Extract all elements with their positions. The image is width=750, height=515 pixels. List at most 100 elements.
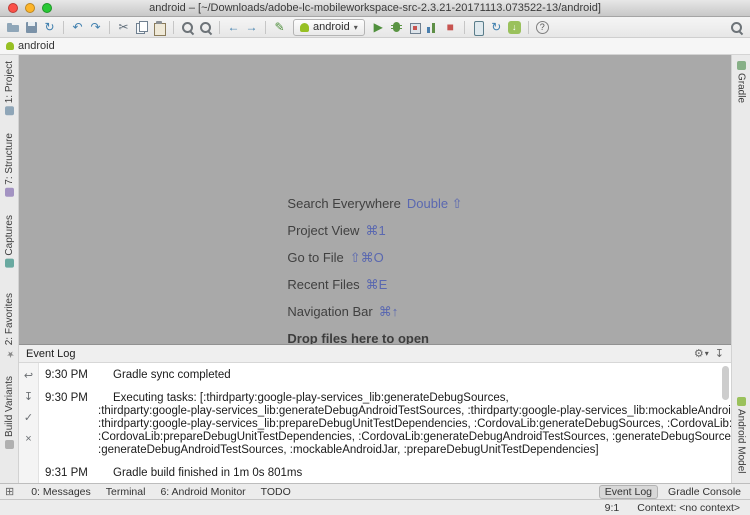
help-icon[interactable]: [535, 20, 549, 34]
settings-gear-icon[interactable]: ⚙ ▾: [694, 347, 709, 360]
main-area: 1: Project 7: Structure Captures ★ 2: Fa…: [0, 55, 750, 483]
forward-icon[interactable]: →: [243, 19, 260, 36]
event-log-content[interactable]: 9:30 PM Gradle sync completed 9:30 PM Exec…: [39, 363, 731, 483]
sidebar-item-label: Gradle: [735, 73, 747, 104]
shortcut-keys: Double ⇧: [406, 196, 463, 211]
center-pane: Search Everywhere Double ⇧ Project View …: [19, 55, 731, 483]
save-all-icon[interactable]: [23, 19, 40, 36]
edit-configurations-icon[interactable]: ✎: [271, 19, 288, 36]
shortcut-label: Project View: [287, 223, 360, 238]
event-log-body: ↩ ↧ ✓ × 9:30 PM Gradle sync completed 9:3…: [19, 363, 731, 483]
captures-icon: [4, 258, 14, 268]
sync-icon[interactable]: ↻: [41, 19, 58, 36]
replace-icon[interactable]: [197, 19, 214, 36]
undo-icon[interactable]: ↶: [69, 19, 86, 36]
event-log-scrollbar[interactable]: [721, 366, 730, 480]
scroll-to-end-icon[interactable]: ↧: [22, 390, 36, 404]
search-everywhere-icon[interactable]: [728, 19, 745, 36]
sidebar-item-android-model[interactable]: Android Model: [735, 396, 747, 473]
mark-all-read-icon[interactable]: ✓: [22, 411, 36, 425]
sidebar-item-label: 2: Favorites: [3, 292, 15, 346]
star-icon: ★: [4, 348, 14, 359]
copy-icon[interactable]: [133, 19, 150, 36]
toolbar-separator: [265, 20, 266, 34]
android-icon: [300, 22, 309, 32]
cut-icon[interactable]: ✂: [115, 19, 132, 36]
window-title: android – [~/Downloads/adobe-lc-mobilewo…: [149, 2, 601, 14]
tool-window-bar-right: Event Log Gradle Console: [598, 484, 741, 499]
shortcut-row: Recent Files ⌘E: [287, 276, 387, 293]
context-indicator[interactable]: Context: <no context>: [637, 502, 740, 514]
breadcrumb[interactable]: android: [18, 40, 55, 52]
sidebar-item-favorites[interactable]: ★ 2: Favorites: [4, 293, 15, 358]
sidebar-item-build-variants[interactable]: Build Variants: [4, 376, 15, 449]
caret-position[interactable]: 9:1: [605, 502, 620, 514]
sidebar-item-label: 1: Project: [3, 61, 15, 104]
gradle-sync-icon[interactable]: ↻: [488, 19, 505, 36]
zoom-window-button[interactable]: [42, 3, 52, 13]
toolbar-separator: [463, 20, 465, 34]
sidebar-item-label: Captures: [3, 214, 15, 256]
close-window-button[interactable]: [8, 3, 18, 13]
clear-log-icon[interactable]: ×: [22, 432, 36, 446]
stop-button[interactable]: ■: [442, 19, 459, 36]
debug-button[interactable]: [388, 19, 405, 36]
sidebar-item-label: Android Model: [735, 408, 747, 473]
avd-manager-icon[interactable]: [470, 19, 487, 36]
sidebar-item-captures[interactable]: Captures: [4, 215, 15, 268]
toolwindow-button-messages[interactable]: 0: Messages: [31, 486, 91, 498]
shortcut-row: Navigation Bar ⌘↑: [287, 303, 398, 320]
project-icon: [4, 106, 14, 116]
log-message: 9:31 PM Gradle build finished in 1m 0s 80…: [45, 467, 717, 480]
log-text: Gradle sync completed: [113, 369, 231, 381]
shortcut-label: Go to File: [287, 250, 344, 265]
toolwindow-button-event-log[interactable]: Event Log: [598, 484, 659, 499]
structure-icon: [4, 187, 14, 197]
ide-window: android – [~/Downloads/adobe-lc-mobilewo…: [0, 0, 750, 515]
log-message: 9:30 PM Executing tasks: [:thirdparty:goo…: [45, 392, 731, 457]
redo-icon[interactable]: ↷: [87, 19, 104, 36]
navigation-bar: android: [0, 38, 750, 55]
sidebar-item-label: Build Variants: [3, 376, 15, 437]
log-timestamp: 9:30 PM: [45, 392, 88, 404]
sdk-manager-icon[interactable]: [507, 20, 521, 34]
paste-icon[interactable]: [151, 19, 168, 36]
sidebar-item-structure[interactable]: 7: Structure: [4, 133, 15, 197]
shortcut-label: Navigation Bar: [287, 304, 373, 319]
gear-icon: ⚙: [693, 348, 704, 360]
tool-window-switcher-icon[interactable]: ⊞: [5, 485, 14, 498]
shortcut-keys: ⇧⌘O: [349, 250, 384, 265]
run-configuration-select[interactable]: android ▾: [293, 18, 365, 36]
sidebar-item-gradle[interactable]: Gradle: [736, 61, 747, 103]
hide-panel-icon[interactable]: ↧: [715, 347, 724, 360]
toolwindow-button-todo[interactable]: TODO: [261, 486, 291, 498]
editor-empty-area[interactable]: Search Everywhere Double ⇧ Project View …: [19, 55, 731, 346]
event-log-toolbar: ↩ ↧ ✓ ×: [19, 363, 39, 483]
right-tool-stripe: Gradle Android Model: [731, 55, 750, 483]
sidebar-item-project[interactable]: 1: Project: [3, 61, 15, 116]
log-timestamp: 9:31 PM: [45, 467, 88, 479]
run-with-coverage-icon[interactable]: [406, 19, 423, 36]
android-monitor-icon[interactable]: [424, 19, 441, 36]
back-icon[interactable]: ←: [225, 19, 242, 36]
find-icon[interactable]: [179, 19, 196, 36]
soft-wrap-icon[interactable]: ↩: [22, 369, 36, 383]
log-text: :CordovaLib:prepareDebugUnitTestDependen…: [98, 431, 731, 443]
run-configuration-label: android: [313, 21, 350, 33]
shortcut-row: Search Everywhere Double ⇧: [287, 195, 462, 212]
left-tool-stripe: 1: Project 7: Structure Captures ★ 2: Fa…: [0, 55, 19, 483]
event-log-panel: Event Log ⚙ ▾ ↧ ↩ ↧ ✓ × 9:30 PM Gradle s…: [19, 344, 731, 483]
toolwindow-button-gradle-console[interactable]: Gradle Console: [668, 486, 741, 498]
open-icon[interactable]: [5, 19, 22, 36]
minimize-window-button[interactable]: [25, 3, 35, 13]
shortcut-label: Recent Files: [287, 277, 360, 292]
log-text: :thirdparty:google-play-services_lib:pre…: [98, 418, 731, 430]
gradle-icon: [736, 61, 746, 70]
run-button[interactable]: ▶: [370, 19, 387, 36]
toolwindow-button-android-monitor[interactable]: 6: Android Monitor: [160, 486, 245, 498]
scrollbar-thumb[interactable]: [722, 366, 729, 400]
shortcut-label: Search Everywhere: [287, 196, 401, 211]
sidebar-item-label: 7: Structure: [3, 133, 15, 185]
log-timestamp: 9:30 PM: [45, 369, 88, 381]
toolwindow-button-terminal[interactable]: Terminal: [106, 486, 146, 498]
